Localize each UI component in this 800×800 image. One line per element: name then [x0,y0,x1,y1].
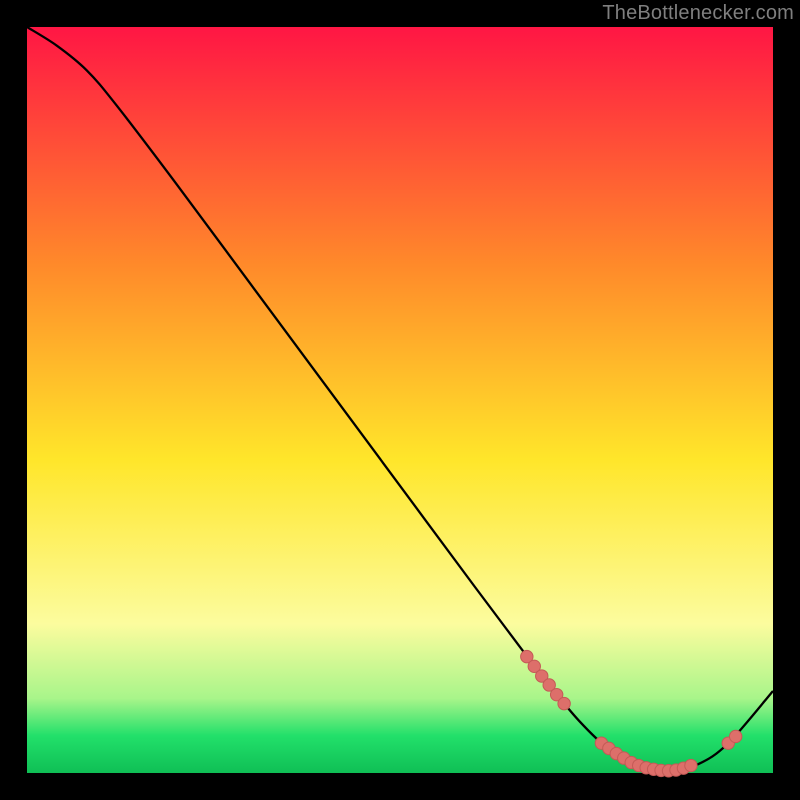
attribution-text: TheBottlenecker.com [602,2,794,25]
plot-gradient-area [27,27,773,773]
bottleneck-chart [0,0,800,800]
data-marker [730,730,742,742]
data-marker [685,759,697,771]
data-marker [558,697,570,709]
